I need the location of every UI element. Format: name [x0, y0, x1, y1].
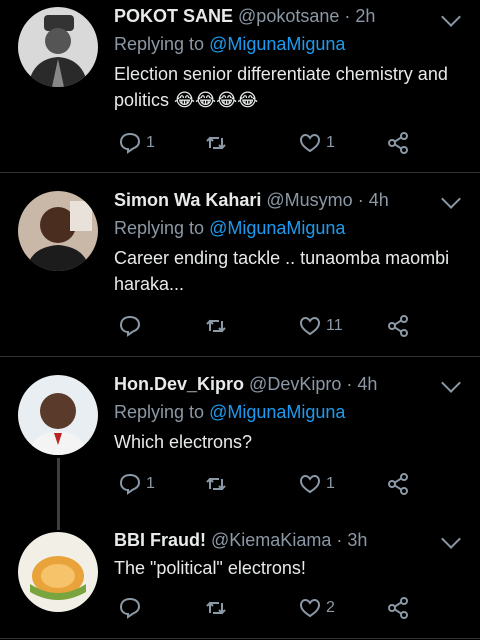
- tweet-text: Election senior differentiate chemistry …: [114, 64, 448, 110]
- timestamp: 2h: [355, 6, 376, 26]
- action-bar: 1 1: [114, 130, 414, 156]
- separator-dot: ·: [346, 374, 353, 394]
- timestamp: 3h: [347, 530, 368, 550]
- divider: [0, 356, 480, 357]
- retweet-icon: [206, 136, 226, 150]
- replying-to-label: Replying to: [114, 218, 205, 238]
- like-icon: [299, 133, 321, 153]
- reply-count: 1: [146, 134, 155, 151]
- reply-button[interactable]: 1: [118, 471, 155, 497]
- reply-count: 1: [146, 475, 155, 492]
- replying-to-label: Replying to: [114, 34, 205, 54]
- divider: [0, 172, 480, 173]
- replying-to: Replying to @MigunaMiguna: [114, 402, 345, 423]
- action-bar: 11: [114, 313, 414, 339]
- tweet-header: BBI Fraud! @KiemaKiama · 3h: [114, 530, 367, 551]
- like-button[interactable]: 2: [298, 595, 335, 621]
- separator-dot: ·: [344, 6, 351, 26]
- display-name[interactable]: Hon.Dev_Kipro: [114, 374, 244, 394]
- display-name[interactable]: BBI Fraud!: [114, 530, 206, 550]
- chevron-down-icon[interactable]: [441, 189, 461, 209]
- action-bar: 1 1: [114, 471, 414, 497]
- retweet-icon: [206, 319, 226, 333]
- chevron-down-icon[interactable]: [441, 373, 461, 393]
- like-button[interactable]: 11: [298, 313, 343, 339]
- like-icon: [299, 316, 321, 336]
- share-button[interactable]: [386, 471, 410, 497]
- separator-dot: ·: [357, 190, 364, 210]
- like-count: 1: [326, 475, 335, 492]
- retweet-button[interactable]: [204, 130, 232, 156]
- replying-to: Replying to @MigunaMiguna: [114, 218, 345, 239]
- retweet-button[interactable]: [204, 313, 232, 339]
- replying-to: Replying to @MigunaMiguna: [114, 34, 345, 55]
- reply-button[interactable]: [118, 313, 146, 339]
- retweet-icon: [206, 601, 226, 615]
- user-handle[interactable]: @DevKipro: [249, 374, 341, 394]
- like-count: 1: [326, 134, 335, 151]
- share-icon: [388, 132, 408, 154]
- user-handle[interactable]: @Musymo: [266, 190, 352, 210]
- share-icon: [388, 597, 408, 619]
- retweet-icon: [206, 477, 226, 491]
- tweet-header: Hon.Dev_Kipro @DevKipro · 4h: [114, 374, 377, 395]
- mention-link[interactable]: @MigunaMiguna: [209, 402, 345, 422]
- like-count: 2: [326, 599, 335, 616]
- reply-icon: [119, 597, 141, 619]
- timestamp: 4h: [368, 190, 389, 210]
- divider: [0, 638, 480, 639]
- like-button[interactable]: 1: [298, 471, 335, 497]
- user-handle[interactable]: @pokotsane: [238, 6, 339, 26]
- display-name[interactable]: Simon Wa Kahari: [114, 190, 261, 210]
- avatar[interactable]: [18, 191, 98, 271]
- reply-button[interactable]: [118, 595, 146, 621]
- share-icon: [388, 473, 408, 495]
- tweet-text: Career ending tackle .. tunaomba maombi …: [114, 248, 450, 294]
- tweet-header: POKOT SANE @pokotsane · 2h: [114, 6, 375, 27]
- avatar[interactable]: [18, 375, 98, 455]
- display-name[interactable]: POKOT SANE: [114, 6, 233, 26]
- retweet-button[interactable]: [204, 595, 232, 621]
- share-button[interactable]: [386, 313, 410, 339]
- separator-dot: ·: [336, 530, 343, 550]
- reply-icon: [119, 132, 141, 154]
- share-button[interactable]: [386, 595, 410, 621]
- chevron-down-icon[interactable]: [441, 529, 461, 549]
- share-button[interactable]: [386, 130, 410, 156]
- retweet-button[interactable]: [204, 471, 232, 497]
- replying-to-label: Replying to: [114, 402, 205, 422]
- like-count: 11: [326, 317, 343, 334]
- action-bar: 2: [114, 595, 414, 621]
- mention-link[interactable]: @MigunaMiguna: [209, 34, 345, 54]
- chevron-down-icon[interactable]: [441, 7, 461, 27]
- mention-link[interactable]: @MigunaMiguna: [209, 218, 345, 238]
- user-handle[interactable]: @KiemaKiama: [211, 530, 331, 550]
- like-icon: [299, 474, 321, 494]
- reply-icon: [119, 473, 141, 495]
- like-icon: [299, 598, 321, 618]
- tweet-text: Which electrons?: [114, 432, 253, 452]
- thread-line: [57, 458, 60, 530]
- avatar[interactable]: [18, 532, 98, 612]
- share-icon: [388, 315, 408, 337]
- like-button[interactable]: 1: [298, 130, 335, 156]
- reply-icon: [119, 315, 141, 337]
- reply-button[interactable]: 1: [118, 130, 155, 156]
- tweet-header: Simon Wa Kahari @Musymo · 4h: [114, 190, 389, 211]
- timestamp: 4h: [357, 374, 378, 394]
- avatar[interactable]: [18, 7, 98, 87]
- tweet-text: The "political" electrons!: [114, 558, 306, 578]
